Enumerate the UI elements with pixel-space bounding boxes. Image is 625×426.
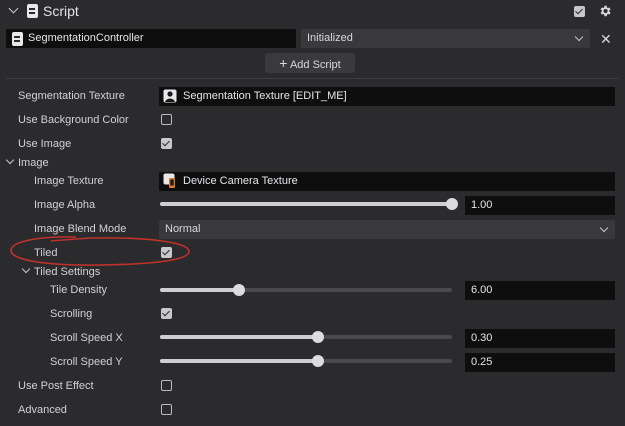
image-alpha-slider[interactable]: [160, 198, 458, 210]
texture-icon: [163, 89, 177, 103]
scroll-speed-y-slider[interactable]: [160, 355, 452, 367]
tile-density-value[interactable]: 6.00: [465, 281, 615, 300]
use-post-effect-checkbox[interactable]: [161, 380, 172, 391]
segmentation-texture-field[interactable]: Segmentation Texture [EDIT_ME]: [159, 87, 615, 106]
prop-label: Segmentation Texture: [18, 90, 125, 102]
prop-label: Scroll Speed X: [50, 332, 123, 344]
prop-label: Image Alpha: [34, 199, 96, 211]
scrolling-checkbox[interactable]: [161, 308, 172, 319]
prop-label: Scrolling: [50, 308, 93, 320]
annotation-circle: [10, 236, 190, 266]
scroll-speed-x-value[interactable]: 0.30: [465, 329, 615, 348]
tiled-settings-group-label[interactable]: Tiled Settings: [34, 266, 100, 278]
close-icon[interactable]: ✕: [600, 32, 612, 46]
prop-label: Use Background Color: [18, 114, 129, 126]
slider-handle[interactable]: [311, 331, 324, 343]
slider-fill: [160, 202, 452, 206]
slider-fill: [160, 335, 318, 339]
use-background-color-checkbox[interactable]: [161, 114, 172, 125]
image-group-chevron-icon[interactable]: [5, 155, 15, 165]
component-title: Script: [43, 3, 79, 19]
image-group-label[interactable]: Image: [18, 157, 49, 169]
camera-texture-icon: [163, 173, 175, 188]
component-enabled-checkbox[interactable]: [574, 6, 585, 17]
prop-label: Scroll Speed Y: [50, 356, 123, 368]
script-name-field[interactable]: SegmentationController: [6, 29, 296, 48]
scroll-speed-y-value[interactable]: 0.25: [465, 353, 615, 372]
collapse-chevron-icon[interactable]: [8, 3, 19, 14]
gear-icon[interactable]: [598, 4, 612, 18]
plus-icon: +: [279, 55, 288, 71]
prop-label: Advanced: [18, 404, 67, 416]
advanced-checkbox[interactable]: [161, 404, 172, 415]
add-script-button[interactable]: + Add Script: [265, 53, 355, 73]
prop-label: Tile Density: [50, 284, 108, 296]
image-blend-mode-dropdown[interactable]: Normal: [159, 220, 615, 239]
script-icon: [27, 4, 38, 18]
prop-label: Use Image: [18, 138, 72, 150]
slider-handle[interactable]: [311, 355, 324, 367]
script-file-icon: [12, 32, 23, 46]
slider-handle[interactable]: [232, 284, 245, 296]
prop-label: Use Post Effect: [18, 380, 94, 392]
slider-fill: [160, 288, 239, 292]
tile-density-slider[interactable]: [160, 284, 452, 296]
scroll-speed-x-slider[interactable]: [160, 331, 452, 343]
script-state-dropdown[interactable]: Initialized: [301, 29, 590, 48]
divider: [6, 78, 619, 79]
slider-handle[interactable]: [446, 198, 458, 210]
prop-label: Image Texture: [34, 175, 104, 187]
image-texture-field[interactable]: Device Camera Texture: [159, 172, 615, 191]
slider-fill: [160, 359, 318, 363]
use-image-checkbox[interactable]: [161, 138, 172, 149]
image-alpha-value[interactable]: 1.00: [465, 196, 615, 215]
